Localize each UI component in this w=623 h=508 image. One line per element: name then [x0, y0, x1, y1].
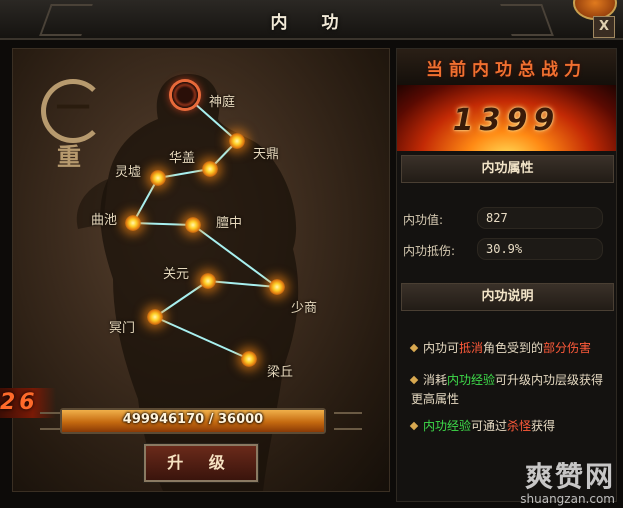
attr-value-box-neigong: 827: [477, 207, 603, 229]
bullet-diamond-icon: [409, 421, 419, 431]
acupoint-label-quchi: 曲池: [91, 213, 118, 228]
acupoint-guanyuan[interactable]: [200, 273, 216, 289]
line-quchi-tanzhong: [132, 222, 194, 226]
close-button[interactable]: X: [593, 16, 615, 38]
exp-progress-text: 499946170 / 36000: [122, 412, 264, 427]
acupoint-label-shaoshang: 少商: [291, 301, 318, 316]
upgrade-button[interactable]: 升 级: [143, 443, 259, 483]
desc-highlight: 抵消: [459, 341, 484, 355]
desc-text: 获得: [531, 419, 556, 433]
desc-item-2: 消耗内功经验可升级内功层级获得更高属性: [409, 371, 609, 409]
acupoint-shenting[interactable]: [172, 82, 198, 108]
acupoint-quchi[interactable]: [125, 215, 141, 231]
desc-text: 消耗: [423, 373, 448, 387]
acupoint-label-tanzhong: 膻中: [216, 216, 243, 231]
info-panel: 当前内功总战力 1399 内功属性 内功值: 827 内功抵伤: 30.9% 内…: [396, 48, 617, 502]
desc-highlight: 内功经验: [447, 373, 496, 387]
acupoint-label-shenting: 神庭: [209, 95, 236, 110]
acupoint-label-mingmen: 冥门: [109, 321, 136, 336]
attr-label-neigong: 内功值:: [403, 213, 444, 227]
desc-section-header: 内功说明: [401, 283, 614, 311]
desc-item-1: 内功可抵消角色受到的部分伤害: [409, 339, 609, 358]
acupoint-tianding[interactable]: [229, 133, 245, 149]
acupoint-liangqiu[interactable]: [241, 351, 257, 367]
power-header: 当前内功总战力: [397, 49, 616, 86]
attr-section-header: 内功属性: [401, 155, 614, 183]
exp-ornament-right: [334, 412, 362, 430]
desc-text: 可通过: [471, 419, 508, 433]
line-shaoshang-guanyuan: [207, 280, 278, 288]
acupoint-lingxu[interactable]: [150, 170, 166, 186]
acupoint-label-huagai: 华盖: [169, 151, 196, 166]
bullet-diamond-icon: [409, 343, 419, 353]
desc-text: 角色受到的: [483, 341, 544, 355]
desc-highlight: 内功经验: [423, 419, 472, 433]
level-number: 26: [0, 390, 39, 415]
acupoint-tanzhong[interactable]: [185, 217, 201, 233]
power-value: 1399: [452, 103, 561, 138]
acupoint-label-guanyuan: 关元: [163, 267, 190, 282]
watermark-logo: 爽赞网: [524, 460, 615, 493]
desc-text: 内功可: [423, 341, 460, 355]
window-title: 内 功: [270, 13, 353, 33]
line-mingmen-liangqiu: [154, 316, 250, 360]
bullet-diamond-icon: [409, 375, 419, 385]
acupoint-mingmen[interactable]: [147, 309, 163, 325]
exp-progress-bar: 499946170 / 36000: [60, 408, 326, 434]
acupoint-huagai[interactable]: [202, 161, 218, 177]
power-header-text: 当前内功总战力: [426, 60, 587, 80]
desc-highlight: 部分伤害: [543, 341, 592, 355]
acupoint-label-liangqiu: 梁丘: [267, 365, 294, 380]
attr-value-box-resist: 30.9%: [477, 238, 603, 260]
attr-value-neigong: 827: [486, 211, 508, 225]
watermark-url: shuangzan.com: [520, 492, 615, 506]
neigong-window: 内 功 X 一 重 神庭 天鼎 华盖 灵墟 曲池 膻中 关元 少商 冥门 梁丘 …: [0, 0, 623, 508]
watermark: 爽赞网 shuangzan.com: [520, 460, 615, 507]
line-guanyuan-mingmen: [154, 280, 209, 318]
acupoint-label-tianding: 天鼎: [253, 147, 280, 162]
attr-label-resist: 内功抵伤:: [403, 244, 456, 258]
title-bar: 内 功: [0, 0, 623, 40]
attr-value-resist: 30.9%: [486, 242, 523, 256]
acupoint-shaoshang[interactable]: [269, 279, 285, 295]
desc-highlight: 杀怪: [507, 419, 532, 433]
acupoint-label-lingxu: 灵墟: [115, 165, 142, 180]
desc-item-3: 内功经验可通过杀怪获得: [409, 417, 609, 436]
